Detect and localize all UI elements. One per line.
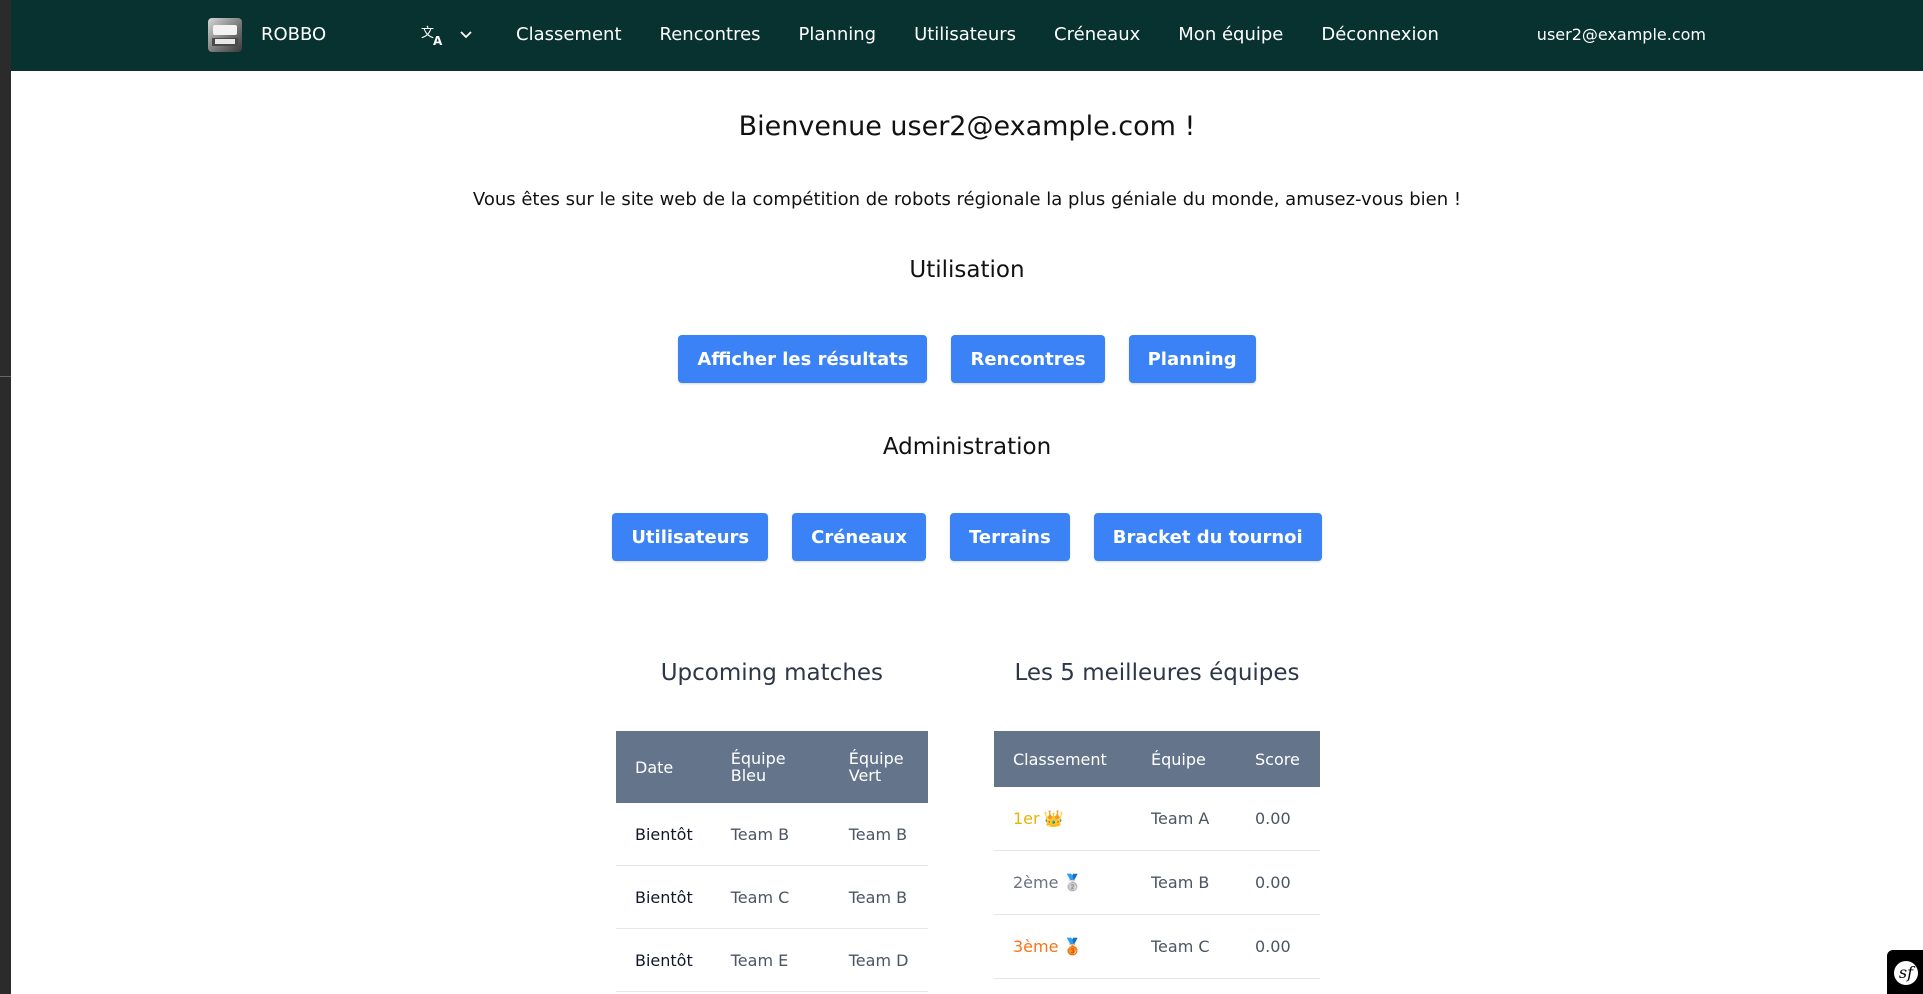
rank-cell: 2ème 🥈: [994, 850, 1132, 915]
svg-text:A: A: [433, 34, 443, 46]
upcoming-matches-table: Date Équipe Bleu Équipe Vert Bientôt Tea…: [616, 731, 928, 992]
match-date: Bientôt: [616, 928, 712, 992]
rank-cell: 3ème 🥉: [994, 914, 1132, 979]
column-header-green-team: Équipe Vert: [829, 731, 928, 803]
upcoming-matches-section: Upcoming matches Date Équipe Bleu Équipe…: [616, 657, 928, 992]
usage-heading: Utilisation: [909, 257, 1025, 283]
fields-button[interactable]: Terrains: [950, 513, 1070, 561]
table-row: Bientôt Team B Team B: [616, 803, 928, 866]
rank-label: 3ème: [1013, 937, 1059, 956]
users-button[interactable]: Utilisateurs: [612, 513, 769, 561]
brand-name[interactable]: ROBBO: [261, 24, 326, 46]
column-header-rank: Classement: [994, 731, 1132, 787]
nav-link-utilisateurs[interactable]: Utilisateurs: [895, 22, 1035, 48]
match-date: Bientôt: [616, 803, 712, 866]
user-email[interactable]: user2@example.com: [1537, 23, 1706, 47]
team-name: Team C: [1132, 914, 1236, 979]
table-row: 3ème 🥉 Team C 0.00: [994, 914, 1320, 979]
symfony-toolbar-toggle[interactable]: sf: [1887, 950, 1923, 994]
browser-edge: [0, 0, 11, 994]
language-switcher[interactable]: 文 A: [421, 22, 485, 48]
rank-cell: 1er 👑: [994, 787, 1132, 851]
column-header-date: Date: [616, 731, 712, 803]
match-date: Bientôt: [616, 865, 712, 929]
welcome-heading: Bienvenue user2@example.com !: [738, 111, 1196, 142]
blue-team: Team C: [711, 865, 830, 929]
table-row: 1er 👑 Team A 0.00: [994, 787, 1320, 851]
upcoming-matches-title: Upcoming matches: [660, 660, 884, 686]
top-teams-title: Les 5 meilleures équipes: [1014, 660, 1300, 686]
team-name: Team A: [1132, 787, 1236, 851]
show-results-button[interactable]: Afficher les résultats: [678, 335, 928, 383]
green-team: Team B: [829, 865, 928, 929]
blue-team: Team E: [711, 928, 830, 992]
table-row: Bientôt Team C Team B: [616, 865, 928, 929]
table-row: 2ème 🥈 Team B 0.00: [994, 850, 1320, 915]
table-header-row: Date Équipe Bleu Équipe Vert: [616, 731, 928, 803]
table-row: Bientôt Team E Team D: [616, 928, 928, 992]
column-header-team: Équipe: [1132, 731, 1236, 787]
nav-link-deconnexion[interactable]: Déconnexion: [1302, 22, 1458, 48]
nav-link-mon-equipe[interactable]: Mon équipe: [1159, 22, 1302, 48]
rank-label: 1er: [1013, 809, 1040, 828]
top-navbar: ROBBO 文 A Classement Rencontres Planning…: [11, 0, 1923, 71]
nav-link-planning[interactable]: Planning: [780, 22, 896, 48]
chevron-down-icon: [459, 30, 473, 40]
nav-links: Classement Rencontres Planning Utilisate…: [516, 22, 1458, 48]
rank-label: 2ème: [1013, 873, 1059, 892]
usage-buttons: Afficher les résultats Rencontres Planni…: [11, 335, 1923, 383]
nav-link-rencontres[interactable]: Rencontres: [641, 22, 780, 48]
matches-button[interactable]: Rencontres: [951, 335, 1105, 383]
brand-logo[interactable]: [208, 18, 242, 52]
admin-heading: Administration: [882, 434, 1052, 460]
top-teams-table: Classement Équipe Score 1er 👑 Team A 0.00…: [994, 731, 1320, 979]
team-name: Team B: [1132, 850, 1236, 915]
crown-icon: 👑: [1043, 809, 1064, 828]
table-header-row: Classement Équipe Score: [994, 731, 1320, 787]
tournament-bracket-button[interactable]: Bracket du tournoi: [1093, 513, 1322, 561]
translate-icon: 文 A: [421, 24, 447, 46]
team-score: 0.00: [1236, 787, 1320, 851]
silver-medal-icon: 🥈: [1062, 873, 1083, 892]
column-header-blue-team: Équipe Bleu: [711, 731, 830, 803]
nav-link-creneaux[interactable]: Créneaux: [1035, 22, 1159, 48]
symfony-icon: sf: [1894, 961, 1918, 985]
team-score: 0.00: [1236, 850, 1320, 915]
planning-button[interactable]: Planning: [1128, 335, 1256, 383]
slots-button[interactable]: Créneaux: [792, 513, 927, 561]
intro-text: Vous êtes sur le site web de la compétit…: [472, 189, 1462, 210]
admin-buttons: Utilisateurs Créneaux Terrains Bracket d…: [11, 513, 1923, 561]
top-teams-section: Les 5 meilleures équipes Classement Équi…: [994, 657, 1320, 979]
green-team: Team D: [829, 928, 928, 992]
green-team: Team B: [829, 803, 928, 866]
blue-team: Team B: [711, 803, 830, 866]
nav-link-classement[interactable]: Classement: [516, 22, 641, 48]
bronze-medal-icon: 🥉: [1062, 937, 1083, 956]
team-score: 0.00: [1236, 914, 1320, 979]
column-header-score: Score: [1236, 731, 1320, 787]
